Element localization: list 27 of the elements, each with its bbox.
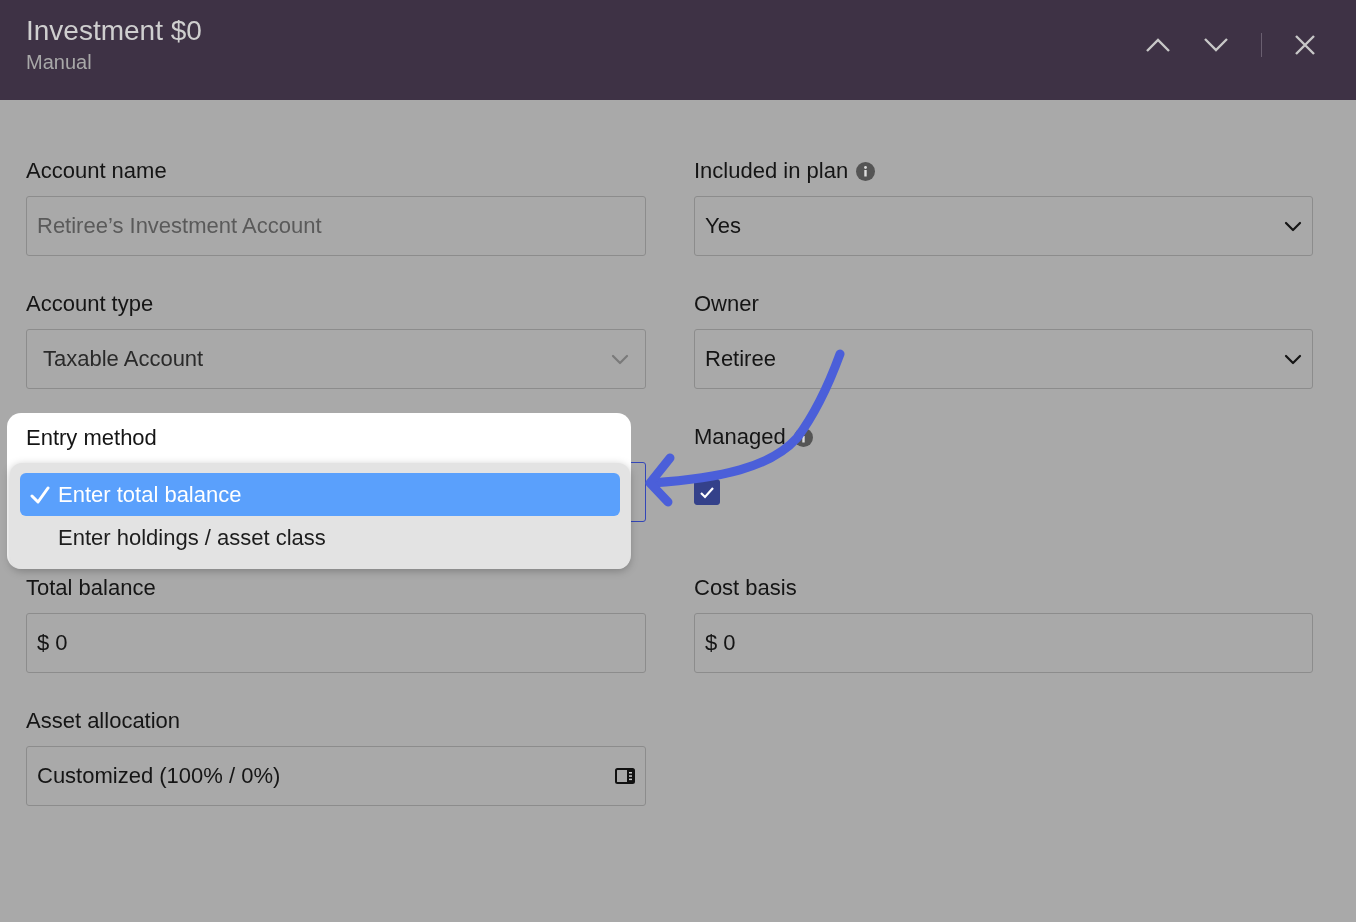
check-icon: [30, 485, 50, 504]
chevron-down-icon: [611, 353, 629, 365]
panel-subtitle: Manual: [26, 50, 93, 74]
input-field[interactable]: $ 0: [694, 613, 1313, 673]
chevron-down-icon: [1284, 220, 1302, 232]
panel-title: Investment $0: [26, 14, 202, 47]
select-field[interactable]: Yes: [694, 196, 1313, 256]
input-field[interactable]: Customized (100% / 0%): [26, 746, 646, 806]
field-label: Account name: [26, 158, 167, 184]
field-label: Owner: [694, 291, 759, 317]
field-label: Entry method: [26, 425, 157, 451]
field-label: Account type: [26, 291, 154, 317]
field-label: Total balance: [26, 575, 156, 601]
check-icon: [699, 485, 715, 499]
field-label: Managed: [694, 424, 786, 450]
chevron-down-icon: [1284, 353, 1302, 365]
field-label: Asset allocation: [26, 708, 181, 734]
info-icon[interactable]: [856, 161, 876, 181]
field-label: Cost basis: [694, 575, 797, 601]
input-field[interactable]: $ 0: [26, 613, 646, 673]
panel-icon[interactable]: [615, 768, 635, 784]
close-button[interactable]: [1294, 34, 1316, 56]
next-button[interactable]: [1203, 37, 1229, 53]
previous-button[interactable]: [1145, 37, 1171, 53]
select-field[interactable]: Retiree: [694, 329, 1313, 389]
field-label: Included in plan: [694, 158, 849, 184]
menu-item[interactable]: Enter holdings / asset class: [20, 516, 620, 559]
